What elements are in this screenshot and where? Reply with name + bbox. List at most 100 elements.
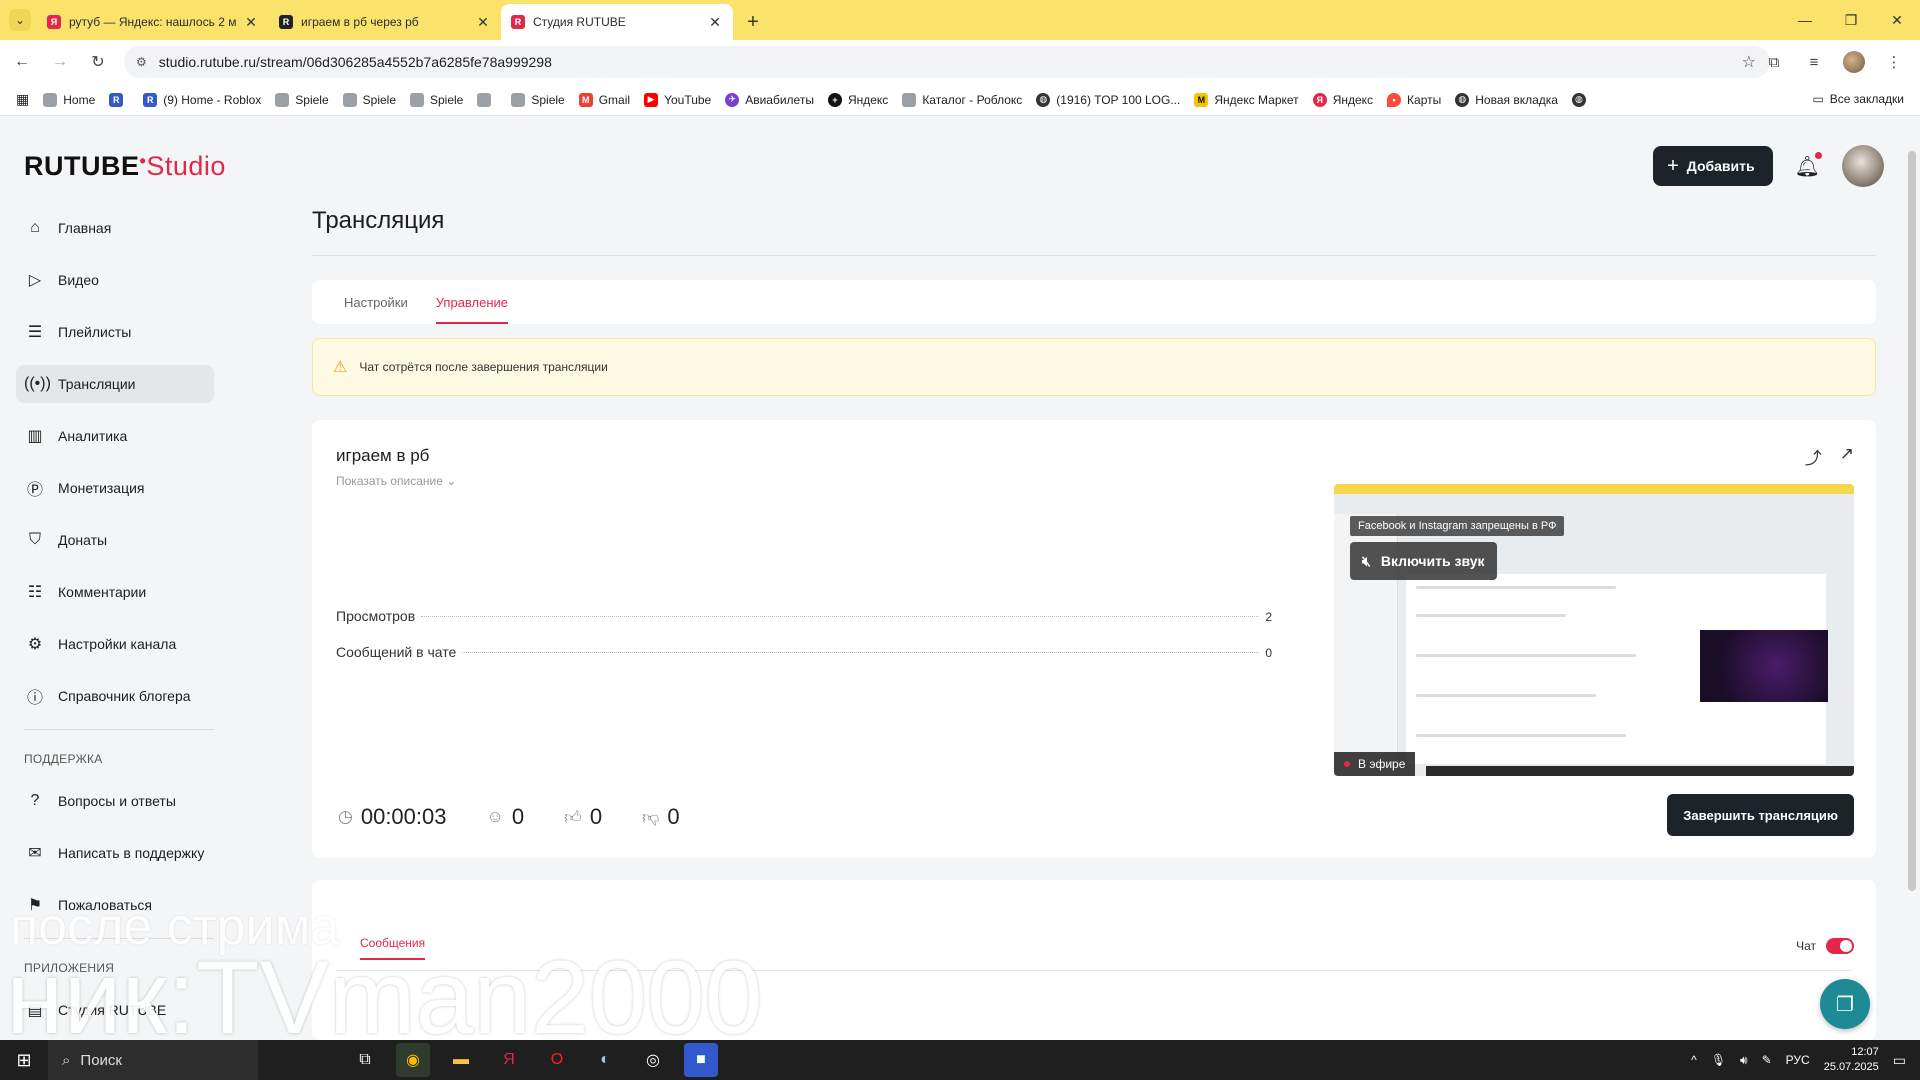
reload-icon[interactable]: ↻ — [82, 46, 114, 78]
address-bar[interactable]: ⚙ studio.rutube.ru/stream/06d306285a4552… — [124, 46, 1770, 78]
sidebar: ⌂ Главная ▷ Видео ☰ Плейлисты ((•)) Трансляц… — [16, 209, 214, 1040]
sidebar-item-report[interactable]: ⚑ Пожаловаться — [16, 886, 214, 924]
sidebar-item-analytics[interactable]: ▥ Аналитика — [16, 417, 214, 455]
sidebar-item-video[interactable]: ▷ Видео — [16, 261, 214, 299]
obs-icon[interactable]: ◎ — [636, 1043, 670, 1077]
header-actions: + Добавить 🔔︎ — [1653, 145, 1884, 187]
bookmark-item[interactable]: R — [109, 92, 129, 107]
page-scrollbar[interactable] — [1908, 151, 1916, 891]
back-icon[interactable]: ← — [6, 46, 38, 78]
rutube-studio-logo[interactable]: RUTUBE•Studio — [24, 151, 226, 182]
bookmark-item[interactable] — [477, 92, 497, 107]
bookmark-item[interactable]: Spiele — [275, 92, 329, 107]
tab-settings[interactable]: Настройки — [344, 280, 408, 324]
close-window-icon[interactable]: ✕ — [1874, 0, 1920, 40]
stat-views: Просмотров 2 — [336, 608, 1272, 624]
yandex-browser-icon[interactable]: Я — [492, 1043, 526, 1077]
close-icon[interactable]: ✕ — [475, 14, 491, 31]
forward-icon[interactable]: → — [44, 46, 76, 78]
windows-start-icon[interactable]: ⊞ — [0, 1040, 48, 1080]
pen-icon[interactable]: ✎ — [1762, 1053, 1772, 1067]
stream-preview[interactable]: Facebook и Instagram запрещены в РФ 🔇︎ Вк… — [1334, 484, 1854, 776]
browser-tab-rutube-studio[interactable]: R Студия RUTUBE ✕ — [501, 4, 733, 40]
end-stream-button[interactable]: Завершить трансляцию — [1667, 794, 1854, 836]
globe-icon: ◍ — [1571, 92, 1586, 107]
bookmark-item[interactable]: ▶ YouTube — [644, 92, 711, 107]
bookmark-item[interactable]: ◍ — [1571, 92, 1592, 107]
tab-search-button[interactable]: ⌄ — [9, 9, 31, 31]
bookmark-item[interactable]: Spiele — [511, 92, 565, 107]
add-button[interactable]: + Добавить — [1653, 146, 1773, 186]
close-icon[interactable]: ✕ — [707, 14, 723, 31]
menu-icon[interactable]: ⋮ — [1878, 46, 1910, 78]
bookmark-item[interactable]: R (9) Home - Roblox — [143, 92, 261, 107]
chevron-down-icon: ⌄ — [446, 474, 457, 488]
close-icon[interactable]: ✕ — [243, 14, 259, 31]
bookmark-item[interactable]: Spiele — [342, 92, 396, 107]
bookmark-item[interactable]: ✈ Авиабилеты — [725, 92, 814, 107]
task-view-icon[interactable]: ⧉ — [348, 1043, 382, 1077]
volume-icon[interactable]: 🔊︎ — [1740, 1053, 1748, 1068]
sidebar-item-app[interactable]: ▤ Студия RUTUBE — [16, 991, 214, 1029]
opera-icon[interactable]: O — [540, 1043, 574, 1077]
chrome-icon[interactable]: ◉ — [396, 1043, 430, 1077]
notifications-bell-icon[interactable]: 🔔︎ — [1795, 151, 1822, 179]
tab-management[interactable]: Управление — [435, 280, 509, 324]
sidebar-item-playlists[interactable]: ☰ Плейлисты — [16, 313, 214, 351]
restore-icon[interactable]: ❐ — [1828, 0, 1874, 40]
media-icon[interactable]: ≡ — [1798, 46, 1830, 78]
sidebar-item-contact-support[interactable]: ✉ Написать в поддержку — [16, 834, 214, 872]
steam-icon[interactable]: ◐ — [588, 1043, 622, 1077]
bookmark-item[interactable]: М Яндекс Маркет — [1194, 92, 1299, 107]
sidebar-item-channel-settings[interactable]: ⚙ Настройки канала — [16, 625, 214, 663]
sidebar-item-blogger-guide[interactable]: ⓘ Справочник блогера — [16, 677, 214, 715]
profile-avatar[interactable] — [1843, 51, 1865, 73]
chat-switch[interactable] — [1826, 938, 1854, 954]
site-info-icon[interactable]: ⚙ — [136, 55, 147, 69]
apps-grid-icon[interactable]: ▦ — [16, 91, 29, 108]
roblox-studio-icon[interactable]: ■ — [684, 1043, 718, 1077]
tray-chevron-icon[interactable]: ^ — [1691, 1053, 1697, 1067]
new-tab-button[interactable]: + — [739, 8, 767, 36]
bookmark-item[interactable]: Я Яндекс — [1312, 92, 1373, 107]
microphone-icon[interactable]: 🎙︎ — [1711, 1053, 1726, 1067]
minimize-icon[interactable]: — — [1782, 0, 1828, 40]
user-avatar[interactable] — [1842, 145, 1884, 187]
tab-messages[interactable]: Сообщения — [360, 936, 426, 960]
bookmark-item[interactable]: M Gmail — [578, 92, 630, 107]
bookmark-item[interactable]: ◍ (1916) TOP 100 LOG... — [1036, 92, 1180, 107]
page-icon — [511, 92, 526, 107]
bookmark-item[interactable]: • Карты — [1387, 92, 1441, 107]
unmute-button[interactable]: 🔇︎ Включить звук — [1350, 542, 1497, 580]
external-link-icon[interactable]: ↗ — [1840, 444, 1854, 469]
stream-title: играем в рб — [336, 446, 430, 465]
bookmark-star-icon[interactable]: ☆ — [1742, 52, 1756, 72]
share-icon[interactable]: ⤴ — [1805, 444, 1822, 469]
language-indicator[interactable]: РУС — [1786, 1053, 1810, 1067]
metric-viewers: ☺ 0 — [486, 804, 525, 829]
show-description-link[interactable]: Показать описание ⌄ — [336, 474, 456, 488]
bookmark-item[interactable]: Home — [43, 92, 95, 107]
extensions-icon[interactable]: ⧉ — [1758, 46, 1790, 78]
sidebar-item-faq[interactable]: ? Вопросы и ответы — [16, 782, 214, 820]
sidebar-item-donations[interactable]: ⛉ Донаты — [16, 521, 214, 559]
browser-tab-yandex[interactable]: Я рутуб — Яндекс: нашлось 2 м ✕ — [37, 4, 269, 40]
sidebar-item-broadcasts[interactable]: ((•)) Трансляции — [16, 365, 214, 403]
sidebar-item-comments[interactable]: ☷ Комментарии — [16, 573, 214, 611]
sidebar-item-monetization[interactable]: Ⓟ Монетизация — [16, 469, 214, 507]
bookmark-item[interactable]: Spiele — [410, 92, 463, 107]
bookmark-item[interactable]: + Яндекс — [827, 92, 888, 107]
chat-toggle[interactable]: Чат — [1796, 938, 1854, 954]
browser-tab-strip: ⌄ Я рутуб — Яндекс: нашлось 2 м ✕ R игра… — [0, 0, 1920, 40]
browser-tab-roblox[interactable]: R играем в рб через рб ✕ — [269, 4, 501, 40]
bookmark-item[interactable]: Каталог - Роблокс — [902, 92, 1022, 107]
bookmark-item[interactable]: ◍ Новая вкладка — [1455, 92, 1558, 107]
sidebar-item-home[interactable]: ⌂ Главная — [16, 209, 214, 247]
taskbar-clock[interactable]: 12:07 25.07.2025 — [1824, 1045, 1879, 1075]
market-icon: М — [1194, 92, 1209, 107]
file-explorer-icon[interactable]: ▬ — [444, 1043, 478, 1077]
all-bookmarks[interactable]: ▭ Все закладки — [1812, 92, 1904, 106]
taskbar-search[interactable]: ⌕ Поиск — [48, 1040, 258, 1080]
notifications-icon[interactable]: ▭ — [1893, 1052, 1906, 1069]
support-chat-button[interactable]: ❐ — [1820, 979, 1870, 1029]
